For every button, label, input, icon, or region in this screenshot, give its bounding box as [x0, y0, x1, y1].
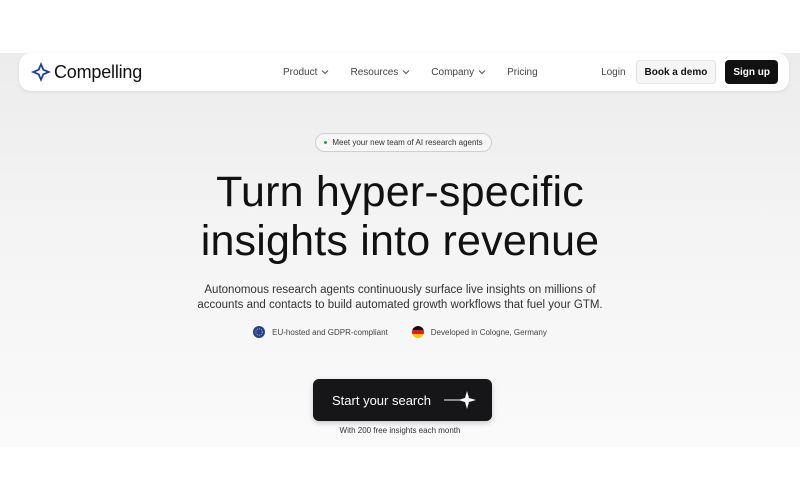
start-search-button[interactable]: Start your search	[313, 379, 492, 421]
chevron-down-icon	[322, 70, 329, 75]
eu-stars-icon	[253, 326, 266, 338]
nav-item-pricing[interactable]: Pricing	[507, 67, 538, 78]
nav-item-product[interactable]: Product	[283, 67, 329, 78]
badge-label: EU-hosted and GDPR-compliant	[272, 327, 388, 337]
headline-line-2: insights into revenue	[200, 217, 600, 265]
nav-item-resources[interactable]: Resources	[350, 67, 410, 78]
subtext-line-1: Autonomous research agents continuously …	[204, 284, 596, 296]
nav-actions: Login Book a demo Sign up	[601, 60, 778, 84]
nav-menu: Product Resources Company Pricing	[283, 53, 538, 91]
login-link[interactable]: Login	[601, 67, 625, 78]
chevron-down-icon	[402, 70, 410, 75]
four-point-star-icon	[31, 62, 51, 82]
brand-name: Compelling	[54, 61, 143, 82]
hero-headline: Turn hyper-specific insights into revenu…	[0, 168, 800, 266]
subtext-line-2: accounts and contacts to build automated…	[197, 299, 603, 311]
nav-item-label: Resources	[350, 66, 399, 78]
brand-logo[interactable]: Compelling	[31, 61, 142, 83]
cta-caption: With 200 free insights each month	[339, 426, 461, 435]
location-badge: Developed in Cologne, Germany	[411, 326, 547, 338]
book-demo-button[interactable]: Book a demo	[635, 60, 717, 84]
top-navbar: Compelling Product Resources Company Pri…	[19, 53, 789, 91]
sign-up-button[interactable]: Sign up	[725, 60, 778, 84]
badge-label: Developed in Cologne, Germany	[430, 327, 547, 337]
nav-item-company[interactable]: Company	[431, 67, 486, 78]
germany-flag-icon	[411, 326, 424, 338]
status-dot-icon	[324, 141, 328, 144]
sparkle-arrow-icon	[444, 391, 476, 409]
nav-item-label: Product	[283, 66, 318, 78]
hero-subtext: Autonomous research agents continuously …	[0, 283, 800, 313]
chevron-down-icon	[478, 70, 486, 75]
cta-label: Start your search	[332, 392, 431, 408]
gdpr-badge: EU-hosted and GDPR-compliant	[253, 326, 388, 338]
announcement-text: Meet your new team of AI research agents	[332, 138, 483, 147]
nav-item-label: Company	[431, 66, 475, 78]
headline-line-1: Turn hyper-specific	[216, 168, 584, 216]
announcement-pill[interactable]: Meet your new team of AI research agents	[315, 133, 492, 152]
page: Compelling Product Resources Company Pri…	[0, 0, 800, 500]
nav-item-label: Pricing	[507, 66, 538, 78]
trust-badges: EU-hosted and GDPR-compliant Developed i…	[0, 324, 800, 340]
